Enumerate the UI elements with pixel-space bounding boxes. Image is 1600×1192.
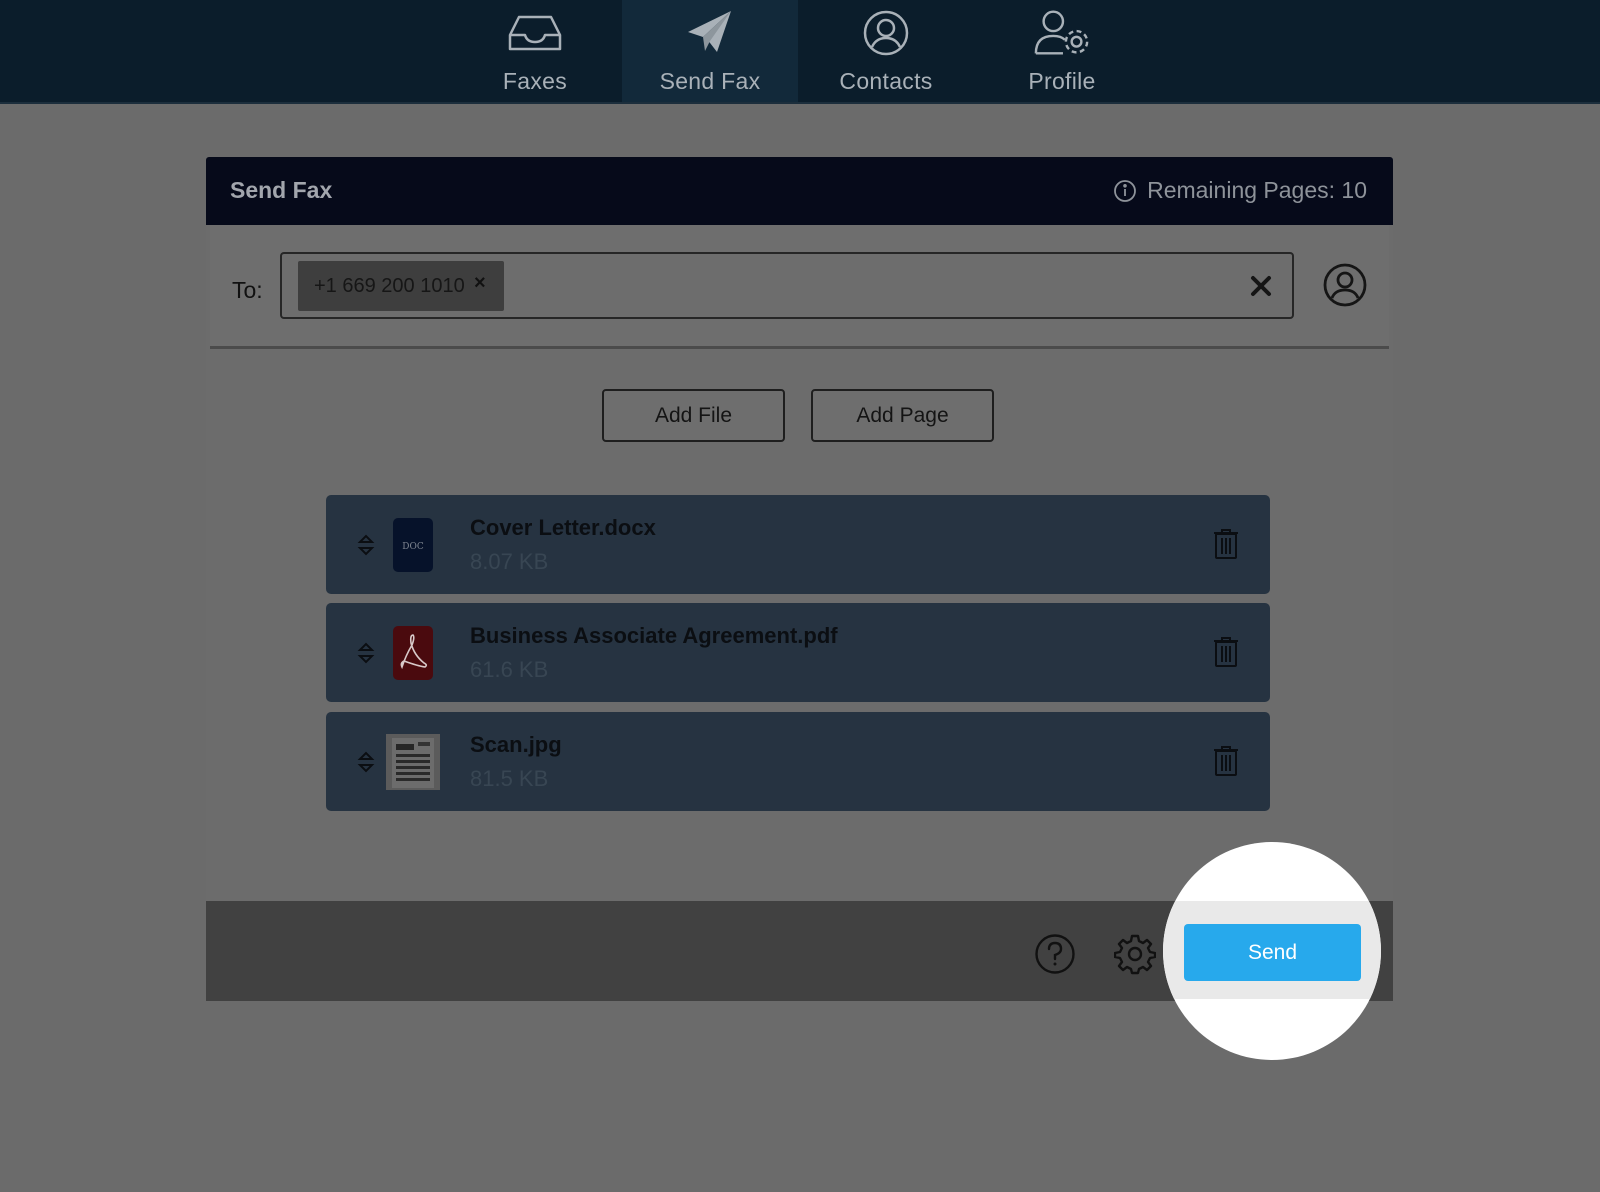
clear-input-icon[interactable] [1248,273,1274,299]
file-size: 81.5 KB [470,766,549,791]
recipient-chip-number: +1 669 200 1010 [314,274,465,297]
add-file-button[interactable]: Add File [602,389,785,442]
remaining-pages: Remaining Pages: 10 [1113,177,1367,204]
nav-item-profile[interactable]: Profile [974,0,1150,102]
file-size: 61.6 KB [470,657,549,682]
chip-remove-icon[interactable]: × [474,273,494,293]
send-button[interactable]: Send [1184,924,1361,981]
contact-picker-icon[interactable] [1322,262,1368,308]
inbox-tray-icon [505,6,565,60]
image-thumbnail-icon [386,734,440,790]
send-spotlight: Send [1163,842,1381,1060]
help-icon[interactable] [1034,933,1076,975]
doc-icon-label: DOC [402,542,424,552]
file-row[interactable]: DOC Cover Letter.docx 8.07 KB [326,495,1270,594]
file-row[interactable]: Business Associate Agreement.pdf 61.6 KB [326,603,1270,702]
trash-icon[interactable] [1212,636,1240,668]
remaining-pages-text: Remaining Pages: 10 [1147,177,1367,203]
file-name: Scan.jpg [470,732,562,757]
reorder-handle-icon[interactable] [356,640,376,666]
user-gear-icon [1032,6,1092,60]
info-icon[interactable] [1113,179,1137,203]
nav-item-send-fax[interactable]: Send Fax [622,0,798,102]
nav-label-contacts: Contacts [839,68,933,94]
recipient-input[interactable]: +1 669 200 1010 × [280,252,1294,319]
reorder-handle-icon[interactable] [356,749,376,775]
trash-icon[interactable] [1212,745,1240,777]
paper-plane-icon [680,6,740,60]
recipient-row: To: +1 669 200 1010 × [210,225,1389,349]
nav-item-faxes[interactable]: Faxes [447,0,623,102]
dialog-title: Send Fax [230,177,333,203]
reorder-handle-icon[interactable] [356,532,376,558]
file-row[interactable]: Scan.jpg 81.5 KB [326,712,1270,811]
file-name: Business Associate Agreement.pdf [470,623,838,648]
pdf-file-icon [393,626,433,680]
nav-label-faxes: Faxes [502,68,568,94]
nav-label-profile: Profile [1028,68,1096,94]
recipient-chip[interactable]: +1 669 200 1010 × [298,261,504,311]
trash-icon[interactable] [1212,528,1240,560]
to-label: To: [232,277,263,303]
doc-file-icon: DOC [393,518,433,572]
nav-label-send-fax: Send Fax [659,68,761,94]
top-navigation: Faxes Send Fax Contacts Profile [0,0,1600,104]
gear-icon[interactable] [1114,933,1156,975]
file-name: Cover Letter.docx [470,515,656,540]
dialog-header: Send Fax Remaining Pages: 10 [206,157,1393,225]
user-circle-icon [856,6,916,60]
nav-item-contacts[interactable]: Contacts [798,0,974,102]
add-page-button[interactable]: Add Page [811,389,994,442]
files-area: Add File Add Page DOC Cover Letter.docx … [210,349,1389,899]
file-size: 8.07 KB [470,549,549,574]
